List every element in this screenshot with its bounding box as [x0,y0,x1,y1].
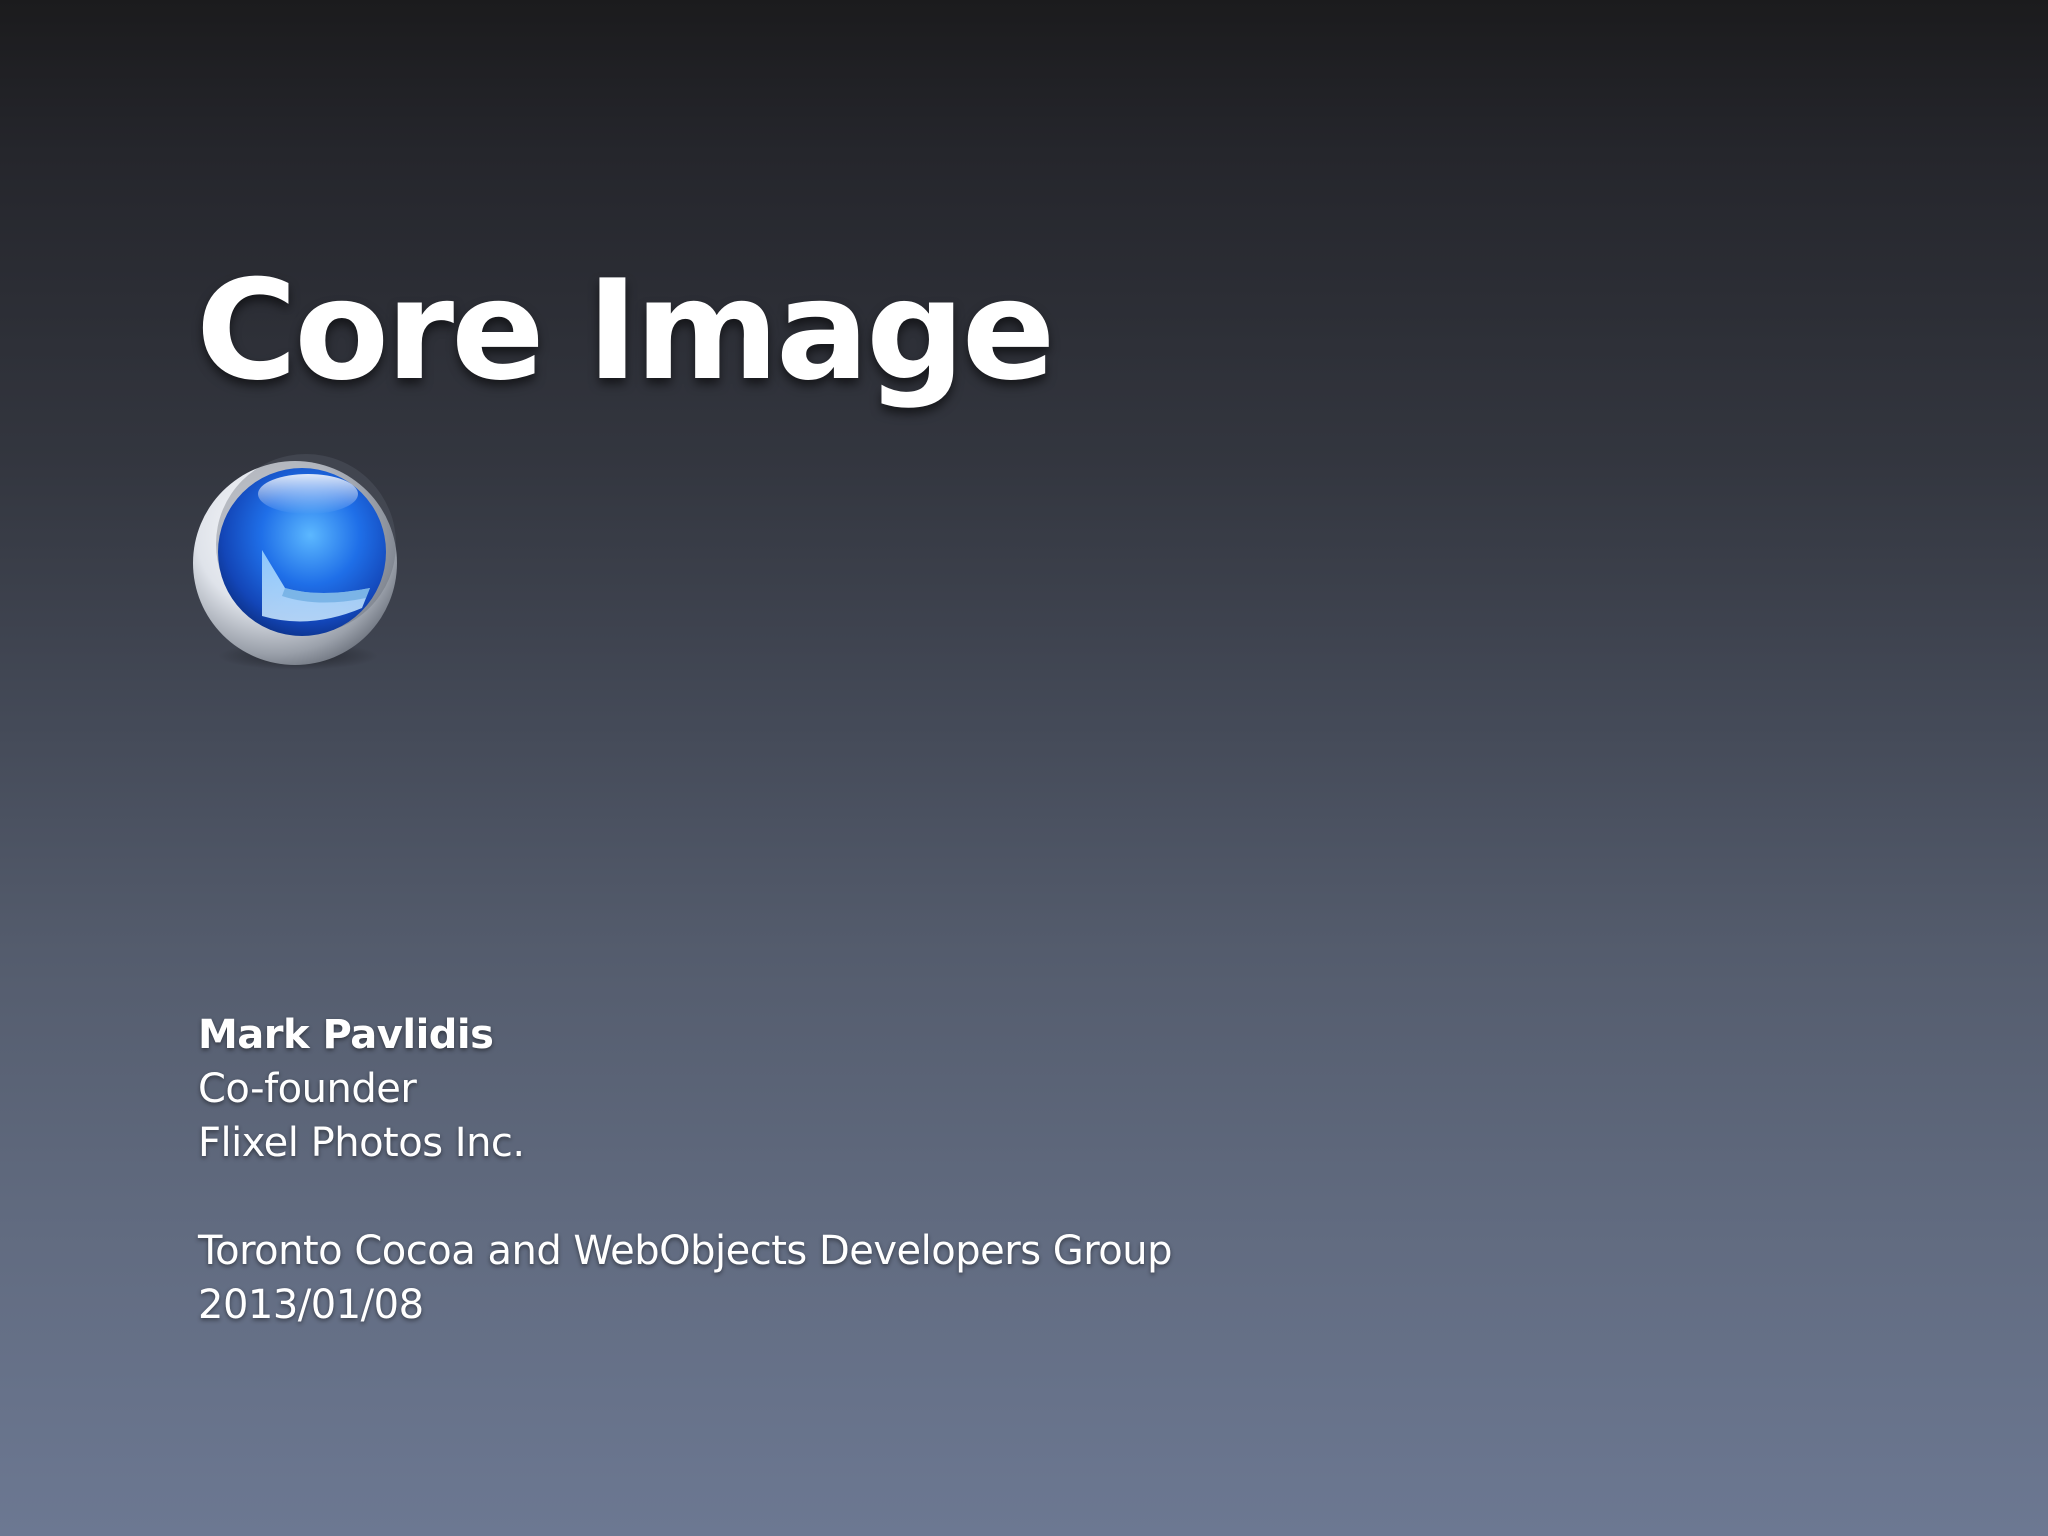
presenter-credits: Mark Pavlidis Co-founder Flixel Photos I… [198,1008,1173,1332]
core-image-sphere-icon [190,448,410,678]
event-name: Toronto Cocoa and WebObjects Developers … [198,1228,1173,1274]
presenter-name: Mark Pavlidis [198,1012,494,1058]
event-date: 2013/01/08 [198,1282,424,1328]
presenter-role: Co-founder [198,1066,417,1112]
slide-title: Core Image [196,250,1055,411]
presenter-company: Flixel Photos Inc. [198,1120,525,1166]
presentation-slide: Core Image Mark Pavlidis Co-founder Flix… [0,0,2048,1536]
